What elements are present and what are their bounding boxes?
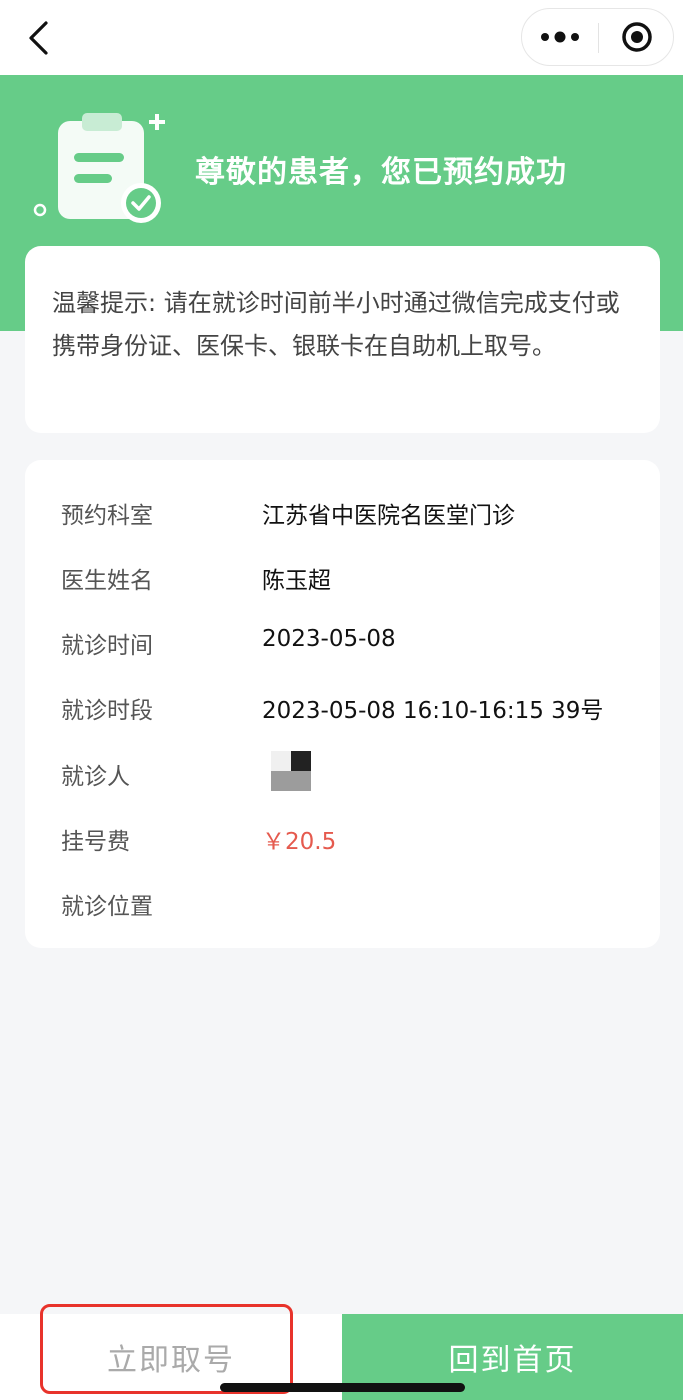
target-circle-icon [621,22,652,52]
more-button[interactable] [522,9,598,65]
info-row-location: 就诊位置 [25,881,660,921]
tip-card: 温馨提示: 请在就诊时间前半小时通过微信完成支付或携带身份证、医保卡、银联卡在自… [25,246,660,433]
info-value: 陈玉超 [262,568,331,594]
appointment-info-card: 预约科室 江苏省中医院名医堂门诊 医生姓名 陈玉超 就诊时间 2023-05-0… [25,460,660,948]
info-value: 江苏省中医院名医堂门诊 [262,503,515,529]
top-nav-bar [0,0,683,75]
info-value: 2023-05-08 16:10-16:15 39号 [262,698,604,724]
chevron-left-icon [29,21,48,55]
back-button[interactable] [18,16,58,60]
patient-avatar-redacted [271,751,311,791]
info-label: 就诊时段 [61,698,153,724]
info-label: 挂号费 [61,829,130,855]
close-button[interactable] [599,9,674,65]
fee-value: ￥20.5 [262,829,337,855]
info-label: 医生姓名 [61,568,153,594]
home-indicator [220,1383,465,1392]
clipboard-check-icon [33,113,165,223]
more-dots-icon [541,31,579,43]
success-title: 尊敬的患者，您已预约成功 [195,155,567,190]
mini-program-capsule [521,8,674,66]
info-row-date: 就诊时间 2023-05-08 [25,620,660,660]
info-row-fee: 挂号费 ￥20.5 [25,816,660,856]
info-value: 2023-05-08 [262,626,396,652]
page: 尊敬的患者，您已预约成功 温馨提示: 请在就诊时间前半小时通过微信完成支付或携带… [0,0,683,1400]
info-row-patient: 就诊人 [25,751,660,791]
tip-text: 温馨提示: 请在就诊时间前半小时通过微信完成支付或携带身份证、医保卡、银联卡在自… [52,289,620,360]
info-label: 就诊人 [61,764,130,790]
highlight-box [40,1304,293,1394]
info-row-timeslot: 就诊时段 2023-05-08 16:10-16:15 39号 [25,685,660,725]
info-label: 就诊位置 [61,894,153,920]
info-label: 就诊时间 [61,633,153,659]
info-row-doctor: 医生姓名 陈玉超 [25,555,660,595]
info-row-department: 预约科室 江苏省中医院名医堂门诊 [25,490,660,530]
info-label: 预约科室 [61,503,153,529]
